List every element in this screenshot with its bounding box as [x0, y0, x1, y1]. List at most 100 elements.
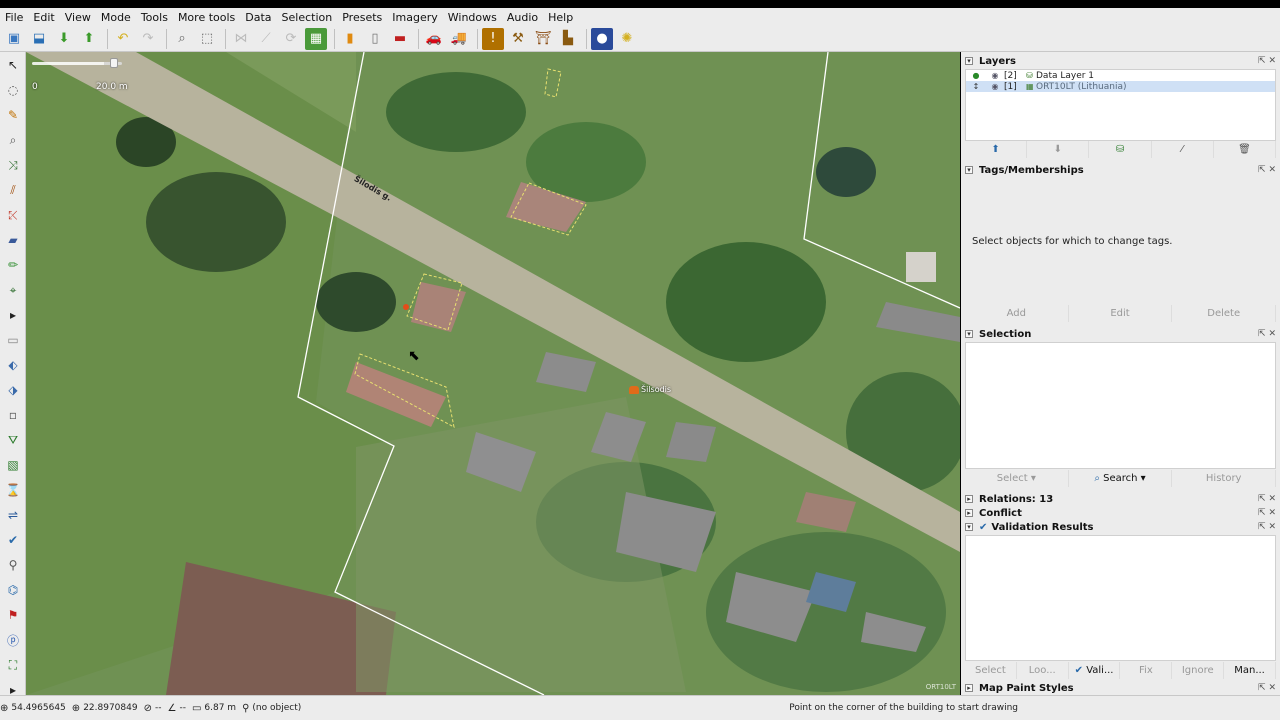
building-tool-icon[interactable]: ▰ [2, 229, 24, 251]
menu-windows[interactable]: Windows [443, 11, 502, 24]
search-button[interactable]: ⌕ Search ▾ [1069, 470, 1173, 487]
upload-icon[interactable]: ⬆ [78, 28, 100, 50]
record-icon[interactable]: ● [591, 27, 613, 50]
audio-tool-icon[interactable]: ⇌ [2, 504, 24, 526]
active-layer-icon[interactable]: ● [966, 71, 986, 80]
selection-list[interactable] [965, 342, 1276, 469]
gps-tool-icon[interactable]: ⌬ [2, 579, 24, 601]
menu-imagery[interactable]: Imagery [387, 11, 442, 24]
collapse-icon[interactable]: ▾ [965, 57, 973, 65]
map-paint-header[interactable]: ▸ Map Paint Styles ⇱ ✕ [965, 681, 1276, 695]
draw-icon[interactable]: ✎ [2, 104, 24, 126]
panel-controls-icon[interactable]: ⇱ ✕ [1258, 494, 1276, 504]
tag-tool-icon[interactable]: ⬖ [2, 354, 24, 376]
layers-tool-icon[interactable]: ▭ [2, 329, 24, 351]
delete-tag-button[interactable]: Delete [1172, 305, 1277, 322]
history-tool-icon[interactable]: ⌛ [2, 479, 24, 501]
history-button[interactable]: History [1172, 470, 1277, 487]
select-icon[interactable]: ⬚ [196, 28, 218, 50]
visibility-eye-icon[interactable]: ◉ [986, 71, 1004, 80]
menu-selection[interactable]: Selection [277, 11, 338, 24]
redo-icon[interactable]: ↷ [137, 28, 159, 50]
validate-button[interactable]: ✔ Vali... [1069, 662, 1121, 679]
menu-edit[interactable]: Edit [28, 11, 59, 24]
move-down-icon[interactable]: ⬇ [1027, 141, 1090, 158]
parallel-icon[interactable]: ⫽ [2, 179, 24, 201]
menu-presets[interactable]: Presets [337, 11, 387, 24]
tags-header[interactable]: ▾ Tags/Memberships ⇱ ✕ [965, 163, 1276, 177]
parking-tool-icon[interactable]: ⓟ [2, 629, 24, 651]
open-icon[interactable]: ▣ [3, 28, 25, 50]
improve-way-icon[interactable]: ⤨ [2, 154, 24, 176]
validation-select-button[interactable]: Select [965, 662, 1017, 679]
validation-header[interactable]: ▾ ✔ Validation Results ⇱ ✕ [965, 520, 1276, 534]
car-icon[interactable]: 🚗 [423, 28, 445, 50]
ignore-button[interactable]: Ignore [1172, 662, 1225, 679]
select-arrow-icon[interactable]: ↖ [2, 54, 24, 76]
collapse-icon[interactable]: ▾ [965, 166, 973, 174]
move-up-icon[interactable]: ⬆ [965, 141, 1028, 158]
pencil-icon[interactable]: ✏ [2, 254, 24, 276]
refresh-icon[interactable]: ⟳ [280, 28, 302, 50]
warning-icon[interactable]: ! [482, 27, 504, 50]
undo-icon[interactable]: ↶ [112, 28, 134, 50]
activate-layer-icon[interactable]: ⛁ [1089, 141, 1152, 158]
zoom-slider-knob[interactable] [110, 58, 118, 68]
way-split-icon[interactable]: ⤪ [2, 204, 24, 226]
menu-help[interactable]: Help [543, 11, 578, 24]
split-icon[interactable]: ⟋ [255, 28, 277, 50]
note-tool-icon[interactable]: ▫ [2, 404, 24, 426]
panel-controls-icon[interactable]: ⇱ ✕ [1258, 522, 1276, 532]
validate-tool-icon[interactable]: ✔ [2, 529, 24, 551]
image-tool-icon[interactable]: ▧ [2, 454, 24, 476]
conflict-header[interactable]: ▸ Conflict ⇱ ✕ [965, 506, 1276, 520]
marker-icon[interactable]: ▯ [364, 28, 386, 50]
paint-tool-icon[interactable]: ⚲ [2, 554, 24, 576]
expand-icon[interactable]: ▸ [965, 684, 973, 692]
measure-icon[interactable]: ⌖ [2, 279, 24, 301]
panel-controls-icon[interactable]: ⇱ ✕ [1258, 508, 1276, 518]
select-button[interactable]: Select ▾ [965, 470, 1069, 487]
save-icon[interactable]: ⬓ [28, 28, 50, 50]
add-tag-button[interactable]: Add [965, 305, 1069, 322]
menu-tools[interactable]: Tools [136, 11, 173, 24]
chart-icon[interactable]: ▙ [557, 28, 579, 50]
menu-audio[interactable]: Audio [502, 11, 543, 24]
stripe-icon[interactable]: ▬ [389, 28, 411, 50]
lasso-icon[interactable]: ◌ [2, 79, 24, 101]
manage-button[interactable]: Man... [1224, 662, 1276, 679]
collapse-icon[interactable]: ▾ [965, 330, 973, 338]
fix-button[interactable]: Fix [1120, 662, 1173, 679]
toggle-opacity-icon[interactable]: ⁄ [1152, 141, 1214, 158]
menu-mode[interactable]: Mode [96, 11, 136, 24]
zoom-icon[interactable]: ⌕ [171, 28, 193, 50]
menu-more-tools[interactable]: More tools [173, 11, 240, 24]
bar-icon[interactable]: ▮ [339, 28, 361, 50]
truck-icon[interactable]: 🚚 [448, 28, 470, 50]
visibility-eye-icon[interactable]: ◉ [986, 82, 1004, 91]
panel-controls-icon[interactable]: ⇱ ✕ [1258, 56, 1276, 66]
expand-icon[interactable]: ▸ [965, 509, 973, 517]
relation-tool-icon[interactable]: ⬗ [2, 379, 24, 401]
grid-icon[interactable]: ▦ [305, 27, 327, 50]
vector-tool-icon[interactable]: ⛶ [2, 654, 24, 676]
layer-move-icon[interactable]: ↕ [966, 82, 986, 91]
delete-layer-icon[interactable]: 🗑 [1214, 141, 1277, 158]
zoom-tool-icon[interactable]: ⌕ [2, 129, 24, 151]
download-icon[interactable]: ⬇ [53, 28, 75, 50]
sun-icon[interactable]: ✺ [616, 28, 638, 50]
panel-controls-icon[interactable]: ⇱ ✕ [1258, 165, 1276, 175]
merge-icon[interactable]: ⋈ [230, 28, 252, 50]
validation-lookup-button[interactable]: Loo... [1017, 662, 1069, 679]
menu-view[interactable]: View [60, 11, 96, 24]
gate-icon[interactable]: ⛩ [532, 28, 554, 50]
selection-header[interactable]: ▾ Selection ⇱ ✕ [965, 327, 1276, 341]
map-view[interactable]: 0 20.0 m Šilodis g. Šilsodis ORT10LT ⬉ [26, 52, 960, 695]
relations-header[interactable]: ▸ Relations: 13 ⇱ ✕ [965, 492, 1276, 506]
validation-results-list[interactable] [965, 535, 1276, 661]
filter-tool-icon[interactable]: ⛛ [2, 429, 24, 451]
layers-header[interactable]: ▾ Layers ⇱ ✕ [965, 54, 1276, 68]
layer-row[interactable]: ↕ ◉ [1] ▦ ORT10LT (Lithuania) [966, 81, 1275, 92]
menu-file[interactable]: File [0, 11, 28, 24]
expand-arrow-icon[interactable]: ▸ [2, 304, 24, 326]
